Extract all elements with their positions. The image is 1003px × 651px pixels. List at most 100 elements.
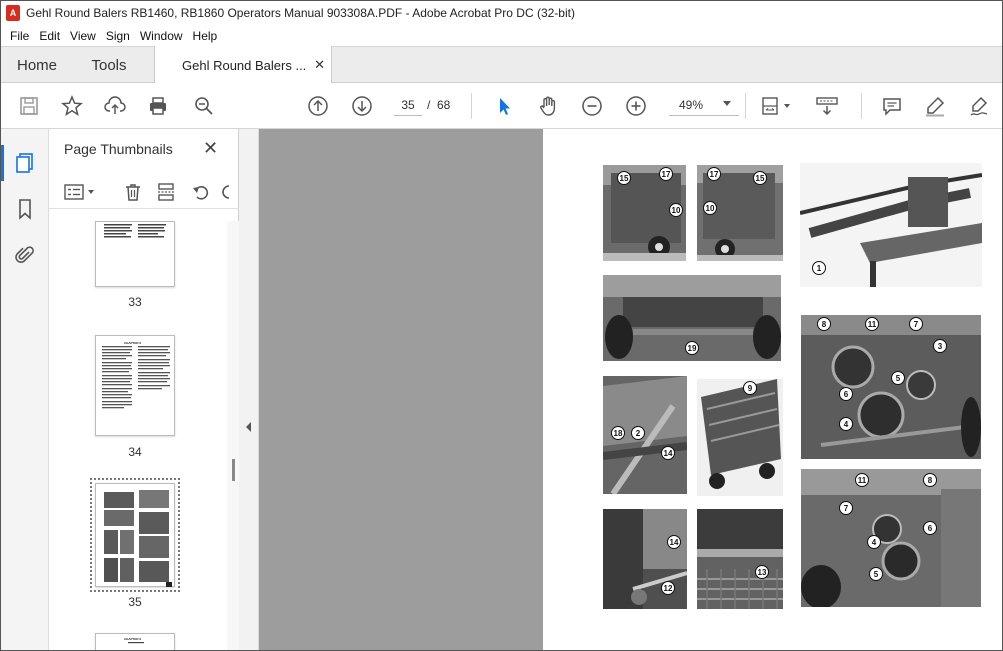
select-cursor-icon[interactable] (492, 94, 516, 118)
thumbnail-options-icon[interactable] (63, 182, 99, 202)
menu-bar: File Edit View Sign Window Help (1, 25, 1002, 46)
scroll-mode-icon[interactable] (814, 94, 840, 118)
next-page-icon[interactable] (350, 94, 374, 118)
photo-pto-driveline: 1 (800, 163, 982, 287)
close-tab-icon[interactable]: ✕ (314, 57, 325, 73)
menu-file[interactable]: File (5, 29, 34, 43)
photo-baler-side-left: 15 17 10 (603, 165, 686, 261)
highlight-pen-icon[interactable] (923, 94, 947, 118)
window-title: Gehl Round Balers RB1460, RB1860 Operato… (26, 6, 575, 20)
thumbnail-page-label: 33 (128, 295, 142, 309)
more-tools-icon[interactable] (221, 182, 231, 202)
zoom-out-search-icon[interactable] (192, 94, 216, 118)
callout: 5 (891, 371, 905, 385)
comment-icon[interactable] (880, 94, 904, 118)
pdf-page-35: 15 17 10 17 15 10 1 19 8 11 7 3 5 6 4 18… (543, 129, 1002, 650)
main-toolbar: 35 / 68 49% (1, 83, 1002, 129)
callout: 11 (855, 473, 869, 487)
callout: 4 (839, 417, 853, 431)
callout: 7 (909, 317, 923, 331)
thumbnail-page-34[interactable]: CHAPTER 6 (95, 335, 175, 436)
thumbnail-page-33[interactable] (95, 221, 175, 287)
callout: 2 (631, 426, 645, 440)
thumbnail-list[interactable]: 33 CHAPTER 6 34 35 CHAPTER 6 (49, 221, 227, 650)
thumbnail-chapter-heading: CHAPTER 6 (124, 341, 142, 345)
callout: 10 (669, 203, 683, 217)
bookmark-icon[interactable] (13, 197, 37, 221)
callout: 10 (703, 201, 717, 215)
menu-sign[interactable]: Sign (101, 29, 135, 43)
save-icon[interactable] (17, 94, 41, 118)
callout: 3 (933, 339, 947, 353)
callout: 15 (617, 171, 631, 185)
current-page-input[interactable]: 35 (394, 94, 422, 116)
thumbnail-page-label: 34 (128, 445, 142, 459)
zoom-out-icon[interactable] (580, 94, 604, 118)
tab-bar: Home Tools Gehl Round Balers ... ✕ (1, 46, 1002, 84)
page-thumbnails-panel: Page Thumbnails ✕ 33 CHAPTER 6 34 35 CHA… (49, 129, 239, 650)
toolbar-divider (745, 93, 746, 119)
panel-toolbar (49, 173, 239, 209)
zoom-in-icon[interactable] (624, 94, 648, 118)
callout: 15 (753, 171, 767, 185)
collapse-panel-handle[interactable] (239, 129, 259, 650)
callout: 8 (923, 473, 937, 487)
collapse-arrow-icon (246, 422, 251, 432)
callout: 11 (865, 317, 879, 331)
title-bar: A Gehl Round Balers RB1460, RB1860 Opera… (1, 1, 1002, 25)
tab-document-label: Gehl Round Balers ... (182, 57, 307, 73)
zoom-level-value: 49% (679, 97, 704, 112)
close-panel-icon[interactable]: ✕ (203, 138, 218, 159)
thumbnail-page-35[interactable] (90, 478, 180, 592)
callout: 14 (661, 446, 675, 460)
callout: 4 (867, 535, 881, 549)
attachment-icon[interactable] (13, 243, 37, 267)
menu-window[interactable]: Window (135, 29, 188, 43)
page-separator: / (427, 98, 431, 112)
photo-hitch-jack: 14 12 (603, 509, 687, 609)
hand-tool-icon[interactable] (536, 94, 560, 118)
menu-help[interactable]: Help (188, 29, 223, 43)
callout: 8 (817, 317, 831, 331)
thumbnail-chapter-heading: CHAPTER 6 (124, 637, 142, 641)
photo-chain-tensioners: 11 8 7 6 4 5 (801, 469, 981, 607)
menu-view[interactable]: View (65, 29, 101, 43)
photo-baler-side-right: 17 15 10 (697, 165, 783, 261)
callout: 17 (707, 167, 721, 181)
callout: 9 (743, 381, 757, 395)
total-pages: 68 (437, 98, 451, 112)
callout: 13 (755, 565, 769, 579)
callout: 18 (611, 426, 625, 440)
fill-sign-icon[interactable] (967, 94, 991, 118)
star-icon[interactable] (60, 94, 84, 118)
page-thumbnails-icon[interactable] (1, 145, 37, 181)
delete-page-icon[interactable] (123, 182, 143, 202)
zoom-level-select[interactable]: 49% (669, 94, 739, 116)
fit-page-icon[interactable] (760, 94, 794, 118)
photo-belts-front: 18 2 14 (603, 376, 687, 494)
previous-page-icon[interactable] (306, 94, 330, 118)
tab-tools[interactable]: Tools (81, 47, 137, 83)
callout: 17 (659, 167, 673, 181)
extract-page-icon[interactable] (156, 182, 176, 202)
panel-title: Page Thumbnails (64, 141, 173, 157)
tab-document[interactable]: Gehl Round Balers ... ✕ (154, 46, 332, 84)
callout: 14 (667, 535, 681, 549)
thumbnail-page-label: 35 (128, 595, 142, 609)
rotate-page-icon[interactable] (191, 182, 211, 202)
upload-cloud-icon[interactable] (103, 94, 127, 118)
toolbar-divider (861, 93, 862, 119)
scrollbar-handle[interactable] (232, 459, 235, 481)
callout: 6 (923, 521, 937, 535)
print-icon[interactable] (146, 94, 170, 118)
tab-home[interactable]: Home (7, 47, 67, 83)
chevron-down-icon (723, 101, 731, 106)
thumbnail-scrollbar[interactable] (227, 221, 239, 650)
menu-edit[interactable]: Edit (34, 29, 65, 43)
callout: 5 (869, 567, 883, 581)
left-navigation-rail (1, 129, 49, 650)
document-view[interactable]: 15 17 10 17 15 10 1 19 8 11 7 3 5 6 4 18… (259, 129, 1002, 650)
photo-baler-underside: 19 (603, 275, 781, 361)
callout: 1 (812, 261, 826, 275)
thumbnail-page-36[interactable]: CHAPTER 6 (95, 633, 175, 650)
